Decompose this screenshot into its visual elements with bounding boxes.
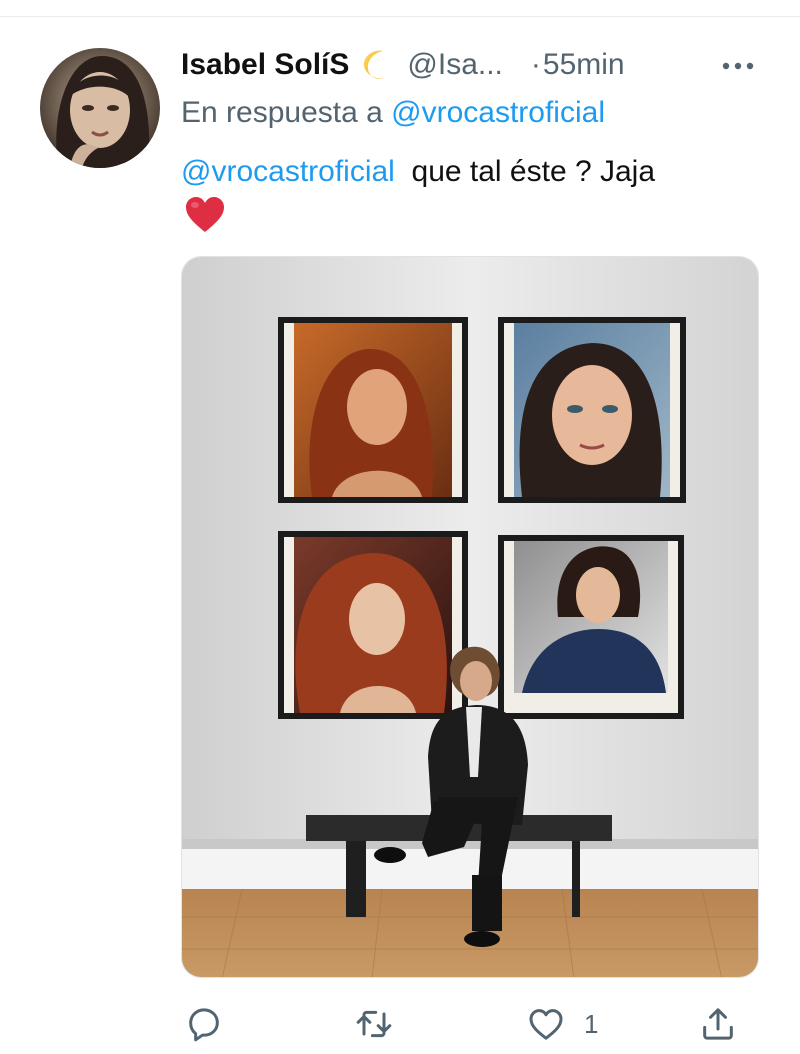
text-body: que tal éste ? Jaja [411, 155, 656, 188]
reply-to-link[interactable]: @vrocastroficial [391, 96, 605, 129]
text-mention-link[interactable]: @vrocastroficial [181, 155, 395, 188]
avatar[interactable] [40, 48, 160, 168]
share-icon [703, 1008, 733, 1040]
retweet-icon [356, 1010, 392, 1038]
reply-prefix: En respuesta a [181, 96, 383, 129]
crescent-moon-icon [359, 48, 393, 82]
avatar-image [40, 48, 160, 168]
reply-button[interactable] [184, 1002, 224, 1046]
like-button[interactable]: 1 [526, 1002, 598, 1046]
top-divider [0, 16, 800, 17]
more-icon[interactable] [718, 46, 758, 86]
share-button[interactable] [698, 1002, 738, 1046]
like-count: 1 [584, 1008, 599, 1039]
display-name[interactable]: Isabel SolíS [181, 48, 349, 82]
red-heart-icon [184, 196, 226, 234]
user-handle[interactable]: @Isa... [407, 48, 502, 82]
reply-icon [189, 1008, 219, 1042]
like-icon [529, 1009, 563, 1040]
retweet-button[interactable] [354, 1002, 394, 1046]
tweet-header: Isabel SolíS @Isa... · 55min [181, 42, 625, 88]
reply-context: En respuesta a @vrocastroficial [181, 96, 605, 130]
tweet-actions: 1 [0, 996, 800, 1052]
tweet-media-image[interactable] [181, 256, 759, 978]
tweet-text: @vrocastroficial que tal éste ? Jaja [181, 150, 771, 194]
timestamp[interactable]: 55min [543, 48, 625, 82]
gallery-photo [182, 257, 758, 977]
separator-dot: · [530, 48, 541, 81]
